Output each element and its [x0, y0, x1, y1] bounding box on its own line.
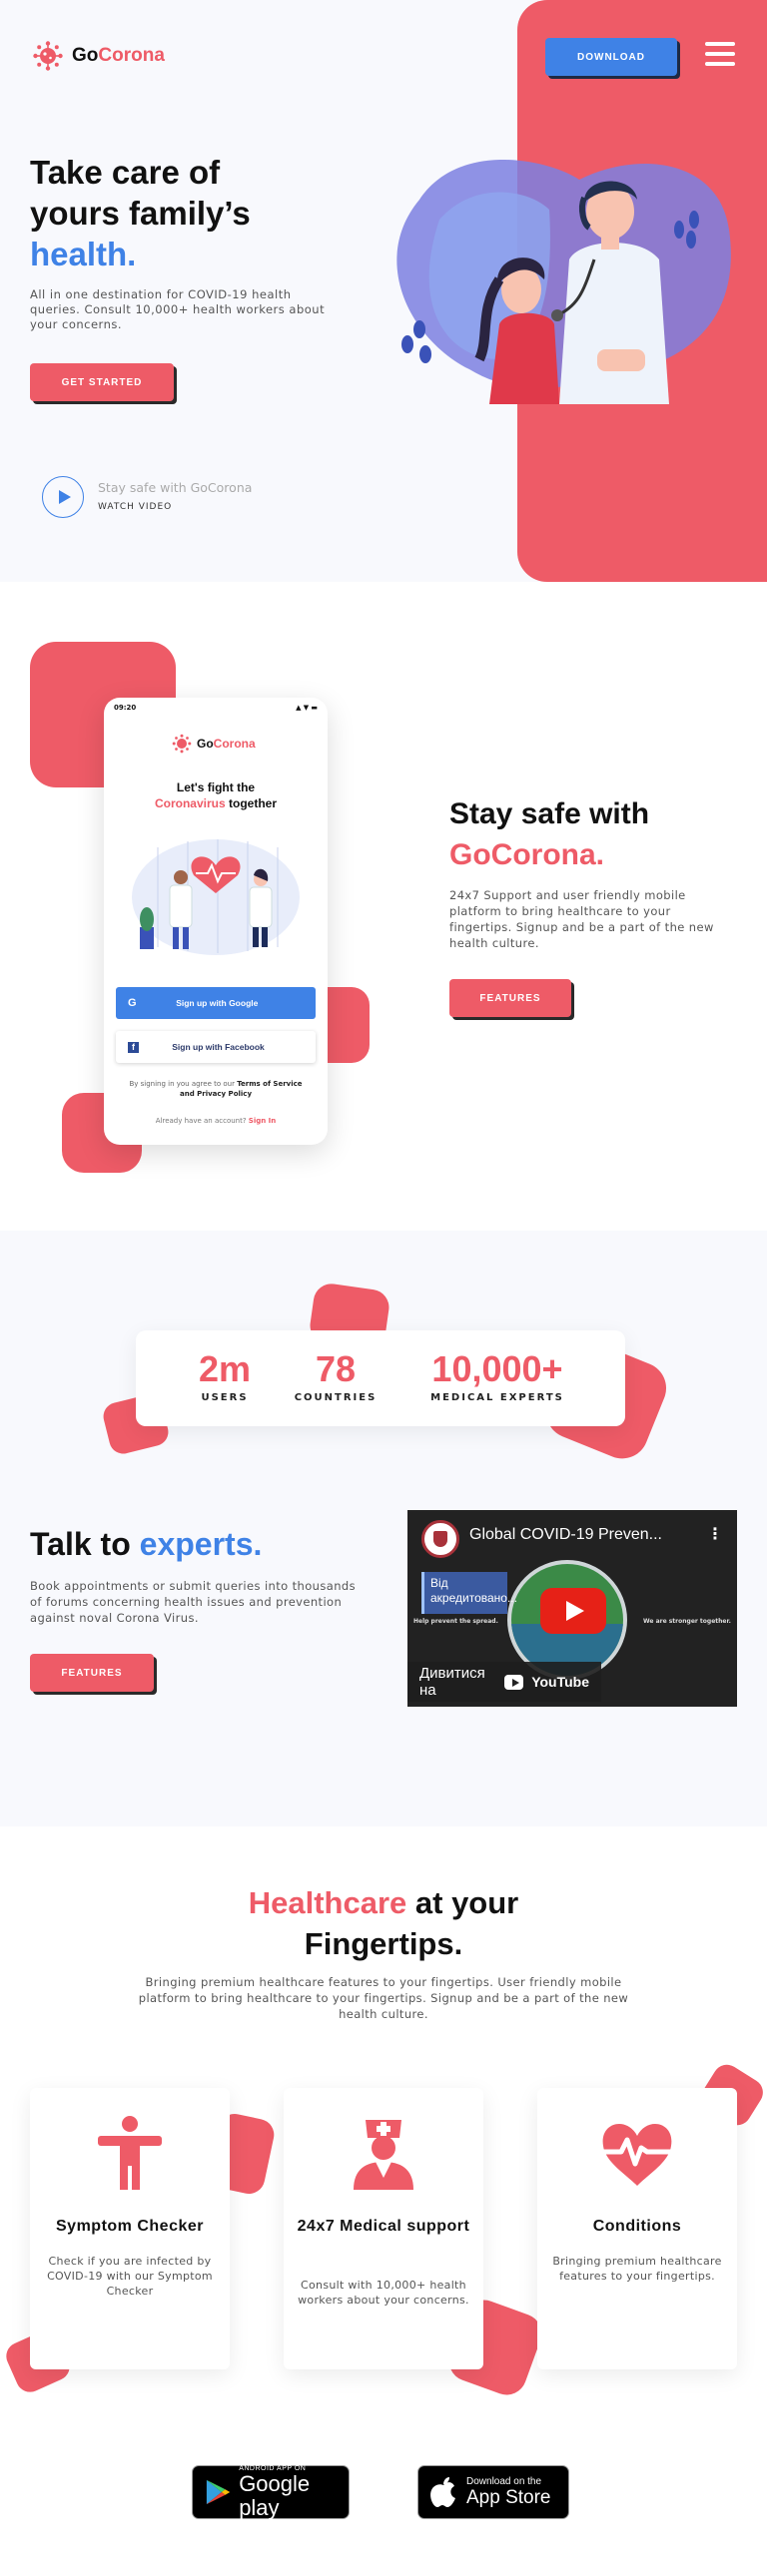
features-description: Bringing premium healthcare features to …: [138, 1975, 629, 2021]
google-play-icon: [206, 2479, 231, 2505]
get-started-button[interactable]: GET STARTED: [30, 363, 174, 401]
facebook-signup-button[interactable]: f Sign up with Facebook: [116, 1031, 316, 1063]
feature-card-conditions[interactable]: Conditions Bringing premium healthcare f…: [537, 2088, 737, 2369]
channel-avatar[interactable]: [421, 1520, 459, 1558]
features-button[interactable]: FEATURES: [30, 1654, 154, 1692]
experts-description: Book appointments or submit queries into…: [30, 1579, 356, 1625]
feature-card-text: Check if you are infected by COVID-19 wi…: [47, 2255, 213, 2298]
signin-link[interactable]: Sign In: [249, 1117, 276, 1125]
feature-card-text: Consult with 10,000+ health workers abou…: [298, 2279, 469, 2307]
signin-text: Already have an account? Sign In: [155, 1117, 277, 1125]
apple-icon: [430, 2477, 455, 2507]
phone-status-icons: ▲ ▼ ▬: [296, 704, 318, 712]
video-overlay-text: Help prevent the spread.: [413, 1618, 498, 1625]
experts-title: Talk to experts.: [30, 1526, 263, 1562]
virus-logo-icon: [172, 734, 192, 754]
facebook-icon: f: [128, 1041, 139, 1053]
google-signup-button[interactable]: G Sign up with Google: [116, 987, 316, 1019]
stat-medical-experts: 10,000+ MEDICAL EXPERTS: [430, 1348, 564, 1404]
google-icon: G: [128, 997, 137, 1009]
doctors-illustration: [132, 839, 300, 955]
feature-card-title: Conditions: [592, 2218, 682, 2235]
video-caption: Stay safe with GoCorona: [98, 480, 253, 495]
youtube-icon: [503, 1674, 524, 1690]
stay-safe-section: 09:20 ▲ ▼ ▬ GoCorona Let's fight the Cor…: [0, 582, 767, 1231]
doctor-patient-illustration: [396, 160, 731, 404]
phone-heading: Let's fight the Coronavirus together: [154, 780, 278, 810]
experts-section: 2m USERS 78 COUNTRIES 10,000+ MEDICAL EX…: [0, 1231, 767, 1826]
feature-card-title: Symptom Checker: [56, 2218, 204, 2235]
terms-text: By signing in you agree to our Terms of …: [129, 1080, 303, 1098]
hero-title: Take care of yours family’s health.: [30, 154, 251, 272]
watch-video-link[interactable]: WATCH VIDEO: [98, 502, 172, 512]
video-overlay-text: We are stronger together.: [643, 1618, 731, 1625]
stat-users: 2m USERS: [198, 1348, 252, 1404]
phone-time: 09:20: [114, 704, 137, 712]
brand-logo[interactable]: GoCorona: [32, 40, 165, 72]
feature-card-symptom-checker[interactable]: Symptom Checker Check if you are infecte…: [30, 2088, 230, 2369]
nurse-icon: [354, 2120, 413, 2190]
video-info-panel: Від акредитовано...: [421, 1572, 517, 1614]
page: GoCorona DOWNLOAD Take care of yours fam…: [0, 0, 767, 2576]
stat-countries: 78 COUNTRIES: [294, 1348, 378, 1404]
feature-card-title: 24x7 Medical support: [297, 2218, 470, 2235]
menu-icon[interactable]: [705, 42, 735, 68]
watch-on-youtube-link[interactable]: Дивитися на YouTube: [407, 1662, 601, 1702]
more-vert-icon[interactable]: ⋮: [707, 1524, 723, 1543]
google-play-badge[interactable]: ANDROID APP ON Google play: [192, 2465, 350, 2519]
feature-card-medical-support[interactable]: 24x7 Medical support Consult with 10,000…: [284, 2088, 483, 2369]
stats-card: 2m USERS 78 COUNTRIES 10,000+ MEDICAL EX…: [136, 1330, 625, 1426]
stay-safe-title: Stay safe with GoCorona.: [449, 797, 650, 871]
video-title[interactable]: Global COVID-19 Preven...: [469, 1526, 662, 1544]
app-store-badge[interactable]: Download on the App Store: [417, 2465, 569, 2519]
brand-name: GoCorona: [72, 45, 165, 66]
phone-mockup: 09:20 ▲ ▼ ▬ GoCorona Let's fight the Cor…: [104, 698, 328, 1145]
person-icon: [98, 2116, 162, 2190]
feature-card-text: Bringing premium healthcare features to …: [552, 2255, 722, 2283]
features-title: Healthcare at your Fingertips.: [248, 1885, 519, 1961]
heartbeat-icon: [601, 2123, 673, 2186]
play-button-icon[interactable]: [540, 1588, 606, 1634]
hero-section: GoCorona DOWNLOAD Take care of yours fam…: [0, 0, 767, 582]
stay-safe-description: 24x7 Support and user friendly mobile pl…: [449, 888, 714, 950]
hero-description: All in one destination for COVID-19 heal…: [30, 287, 326, 331]
download-button[interactable]: DOWNLOAD: [545, 38, 677, 76]
play-video-icon[interactable]: [42, 476, 84, 518]
features-button[interactable]: FEATURES: [449, 979, 571, 1017]
phone-brand-logo: GoCorona: [172, 734, 256, 754]
youtube-video-embed[interactable]: Global COVID-19 Preven... ⋮ Від акредито…: [407, 1510, 737, 1707]
features-section: Healthcare at your Fingertips. Bringing …: [0, 1826, 767, 2576]
virus-logo-icon: [33, 41, 63, 71]
